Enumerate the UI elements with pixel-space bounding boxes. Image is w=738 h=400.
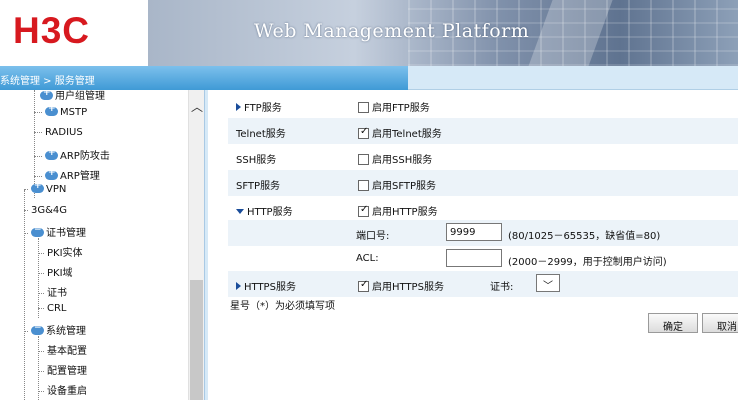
http-label[interactable]: HTTP服务 bbox=[236, 203, 293, 218]
telnet-label: Telnet服务 bbox=[236, 129, 286, 140]
ssh-enable-checkbox[interactable]: 启用SSH服务 bbox=[358, 151, 432, 166]
http-acl-row: ACL: (2000－2999，用于控制用户访问) bbox=[228, 246, 738, 272]
expand-arrow-icon bbox=[236, 103, 241, 111]
sidebar-item-arp-defense[interactable]: ARP防攻击 bbox=[34, 147, 110, 165]
logo-area: H3C bbox=[0, 0, 148, 66]
checkbox-icon bbox=[358, 180, 369, 191]
sidebar-item-basic-config[interactable]: 基本配置 bbox=[38, 342, 87, 360]
ftp-label[interactable]: FTP服务 bbox=[236, 99, 282, 114]
checkbox-icon bbox=[358, 102, 369, 113]
https-enable-checkbox[interactable]: 启用HTTPS服务 bbox=[358, 278, 444, 293]
checkbox-icon bbox=[358, 154, 369, 165]
sidebar-item-3g4g[interactable]: 3G&4G bbox=[24, 205, 67, 223]
folder-open-icon bbox=[31, 225, 44, 237]
https-row: HTTPS服务 启用HTTPS服务 证书: ﹀ bbox=[228, 271, 738, 297]
ssh-row: SSH服务 启用SSH服务 bbox=[228, 144, 738, 170]
expand-arrow-icon bbox=[236, 282, 241, 290]
required-fields-note: 星号（*）为必须填写项 bbox=[230, 301, 335, 312]
sidebar: 用户组管理 MSTP RADIUS ARP防攻击 ARP管理 VPN 3G&4G… bbox=[0, 90, 204, 400]
port-hint: (80/1025－65535，缺省值=80) bbox=[508, 231, 661, 242]
sidebar-item-mstp[interactable]: MSTP bbox=[34, 104, 87, 125]
sidebar-item-pki-entity[interactable]: PKI实体 bbox=[38, 244, 83, 262]
ftp-enable-checkbox[interactable]: 启用FTP服务 bbox=[358, 99, 430, 114]
sidebar-item-pki-domain[interactable]: PKI域 bbox=[38, 264, 73, 282]
sidebar-item-device-reboot[interactable]: 设备重启 bbox=[38, 382, 87, 400]
cert-label: 证书: bbox=[490, 282, 514, 293]
service-management-form: FTP服务 启用FTP服务 Telnet服务 启用Telnet服务 SSH服务 … bbox=[208, 90, 738, 400]
folder-closed-icon bbox=[31, 181, 44, 193]
acl-label: ACL: bbox=[356, 253, 379, 264]
telnet-row: Telnet服务 启用Telnet服务 bbox=[228, 118, 738, 144]
collapse-arrow-icon bbox=[236, 209, 244, 214]
folder-closed-icon bbox=[45, 148, 58, 160]
http-acl-input[interactable] bbox=[446, 249, 502, 267]
sftp-enable-checkbox[interactable]: 启用SFTP服务 bbox=[358, 177, 436, 192]
http-port-input[interactable]: 9999 bbox=[446, 223, 502, 241]
breadcrumb-bar: 系统管理 > 服务管理 bbox=[0, 66, 738, 90]
acl-hint: (2000－2999，用于控制用户访问) bbox=[508, 257, 667, 268]
sidebar-item-certificate[interactable]: 证书 bbox=[38, 284, 67, 302]
breadcrumb-bar-filler bbox=[408, 66, 738, 90]
sidebar-item-cert-management[interactable]: 证书管理 bbox=[24, 224, 86, 242]
sidebar-item-arp-management[interactable]: ARP管理 bbox=[34, 167, 100, 185]
confirm-button[interactable]: 确定 bbox=[648, 313, 698, 333]
http-enable-checkbox[interactable]: 启用HTTP服务 bbox=[358, 203, 438, 218]
sidebar-item-system-management[interactable]: 系统管理 bbox=[24, 322, 86, 340]
sidebar-item-vpn[interactable]: VPN bbox=[24, 181, 66, 202]
sidebar-item-radius[interactable]: RADIUS bbox=[34, 127, 83, 145]
folder-closed-icon bbox=[40, 90, 53, 100]
sidebar-item-user-group[interactable]: 用户组管理 bbox=[40, 90, 105, 105]
ssh-label: SSH服务 bbox=[236, 155, 277, 166]
folder-open-icon bbox=[31, 323, 44, 335]
http-row: HTTP服务 启用HTTP服务 bbox=[228, 196, 738, 222]
cancel-button[interactable]: 取消 bbox=[702, 313, 738, 333]
breadcrumb: 系统管理 > 服务管理 bbox=[0, 66, 408, 90]
header: H3C Web Management Platform bbox=[0, 0, 738, 66]
http-port-row: 端口号: 9999 (80/1025－65535，缺省值=80) bbox=[228, 220, 738, 246]
checkbox-checked-icon bbox=[358, 279, 369, 292]
telnet-enable-checkbox[interactable]: 启用Telnet服务 bbox=[358, 125, 442, 140]
folder-closed-icon bbox=[45, 168, 58, 180]
sidebar-item-crl[interactable]: CRL bbox=[38, 303, 67, 321]
chevron-down-icon: ﹀ bbox=[543, 281, 553, 292]
https-label[interactable]: HTTPS服务 bbox=[236, 278, 296, 293]
sidebar-scrollbar[interactable]: ︿ bbox=[188, 90, 204, 400]
chevron-up-icon[interactable]: ︿ bbox=[189, 98, 204, 114]
port-label: 端口号: bbox=[356, 231, 390, 242]
h3c-logo: H3C bbox=[13, 10, 91, 51]
sidebar-item-config-management[interactable]: 配置管理 bbox=[38, 362, 87, 380]
platform-title: Web Management Platform bbox=[254, 20, 530, 42]
folder-closed-icon bbox=[45, 104, 58, 116]
sftp-label: SFTP服务 bbox=[236, 181, 281, 192]
cert-select[interactable]: ﹀ bbox=[536, 274, 560, 292]
scrollbar-thumb[interactable] bbox=[190, 280, 203, 400]
sftp-row: SFTP服务 启用SFTP服务 bbox=[228, 170, 738, 196]
header-banner: Web Management Platform bbox=[148, 0, 738, 66]
checkbox-checked-icon bbox=[358, 204, 369, 217]
ftp-row: FTP服务 启用FTP服务 bbox=[228, 92, 738, 118]
checkbox-checked-icon bbox=[358, 126, 369, 139]
